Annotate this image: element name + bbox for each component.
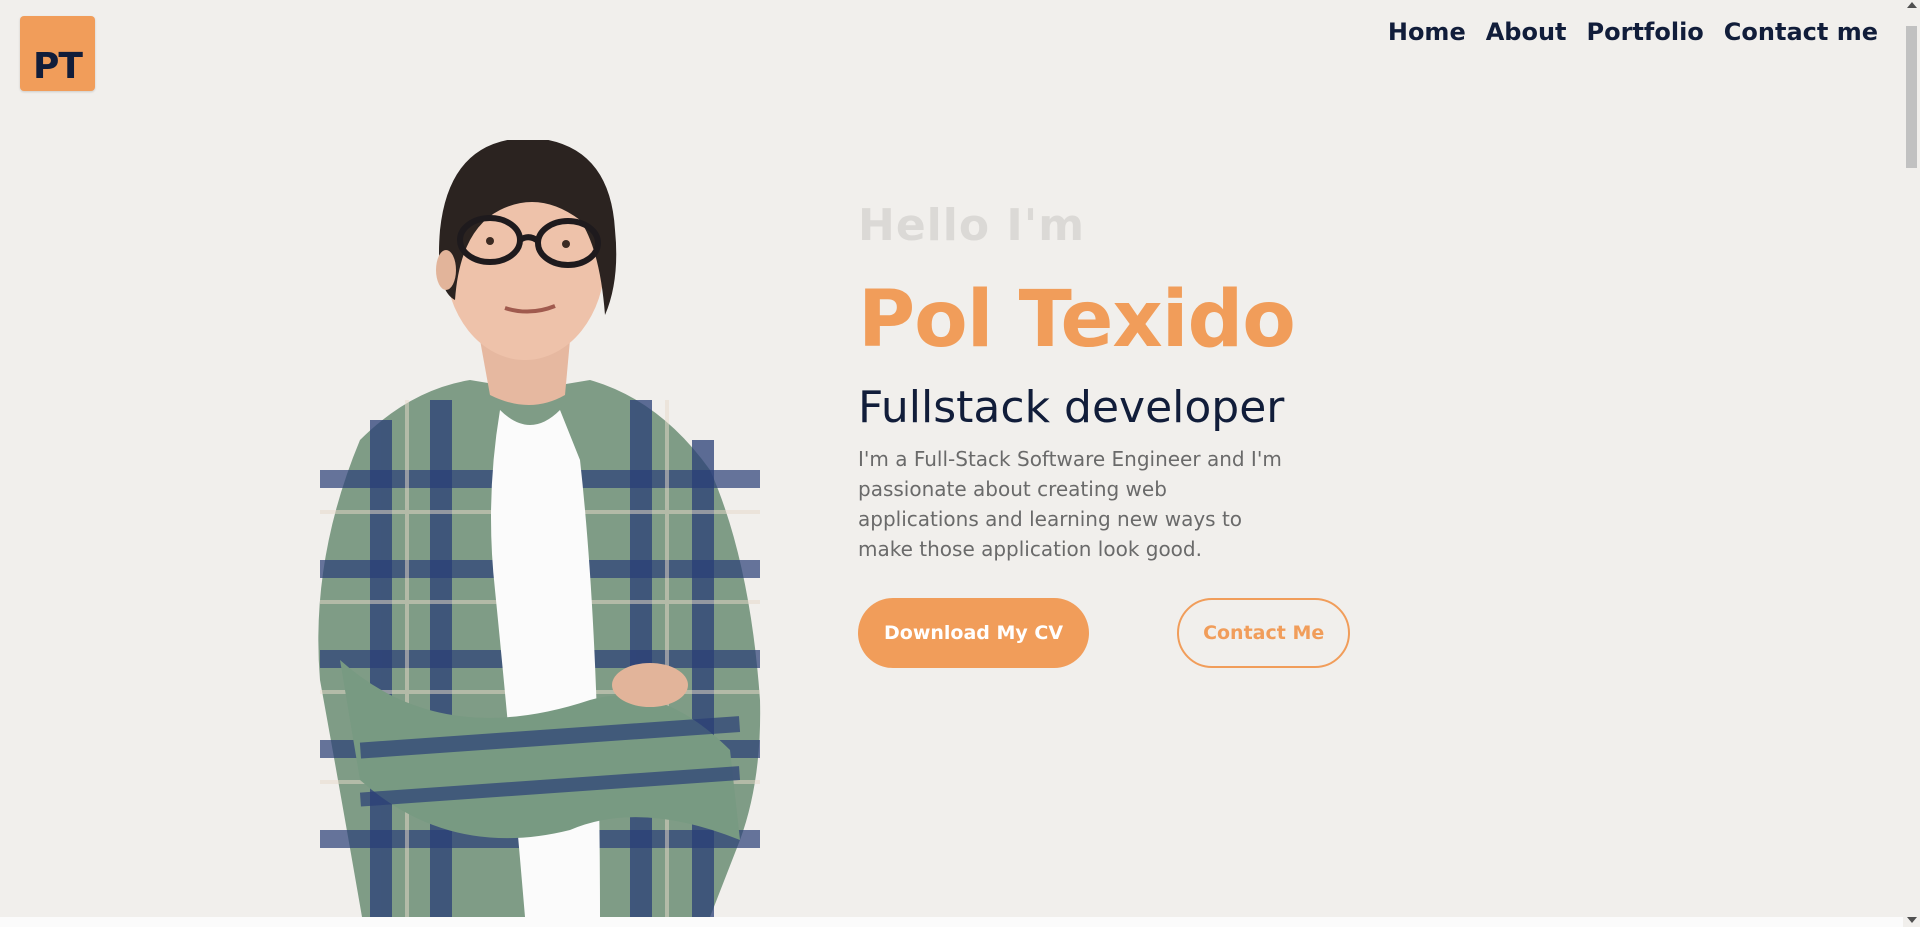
logo[interactable]: PT [20, 16, 95, 91]
hero-buttons: Download My CV Contact Me [858, 598, 1418, 668]
hero-role: Fullstack developer [858, 382, 1285, 433]
hero-name: Pol Texido [858, 275, 1296, 365]
nav-home-link[interactable]: Home [1388, 18, 1466, 46]
page: PT Home About Portfolio Contact me Hello… [0, 0, 1920, 927]
logo-text: PT [33, 46, 83, 87]
nav-about-link[interactable]: About [1486, 18, 1567, 46]
horizontal-scrollbar[interactable] [0, 917, 1903, 927]
main-nav: Home About Portfolio Contact me [1388, 18, 1878, 46]
arrow-down-icon[interactable] [1907, 917, 1917, 923]
arrow-up-icon[interactable] [1907, 2, 1917, 8]
vertical-scrollbar[interactable] [1903, 0, 1920, 927]
nav-portfolio-link[interactable]: Portfolio [1587, 18, 1704, 46]
contact-me-button[interactable]: Contact Me [1177, 598, 1351, 668]
profile-photo [318, 140, 761, 917]
scrollbar-thumb[interactable] [1906, 26, 1917, 168]
greeting-text: Hello I'm [858, 200, 1086, 251]
nav-contact-link[interactable]: Contact me [1724, 18, 1878, 46]
hero-bio: I'm a Full-Stack Software Engineer and I… [858, 447, 1282, 561]
download-cv-button[interactable]: Download My CV [858, 598, 1090, 668]
hero-section: Hello I'm Pol Texido Fullstack developer… [858, 200, 1418, 668]
